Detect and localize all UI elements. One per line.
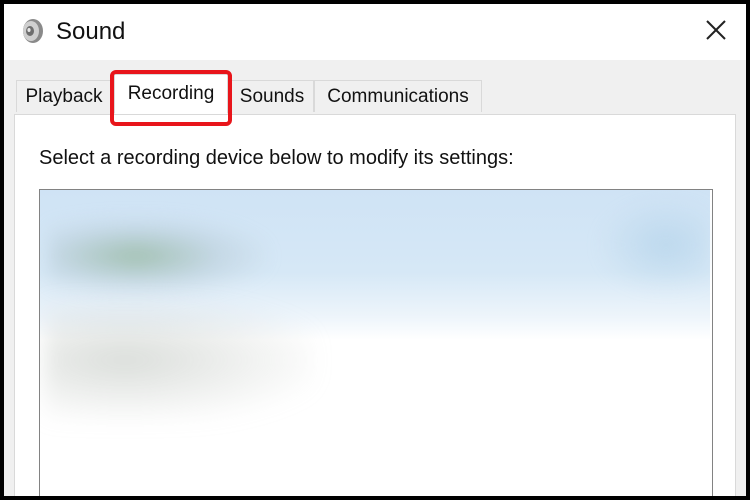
- recording-device-list[interactable]: [39, 189, 713, 496]
- close-button[interactable]: [698, 14, 734, 50]
- tab-label: Playback: [25, 85, 103, 107]
- tab-recording[interactable]: Recording: [114, 74, 228, 114]
- device-icon-blurred: [48, 216, 268, 296]
- tab-strip: Playback Recording Sounds Communications: [16, 74, 736, 114]
- close-icon[interactable]: [705, 19, 727, 46]
- sound-dialog: Sound Playback Recording Sounds Communic…: [4, 4, 746, 496]
- device-status-blurred: [600, 200, 710, 290]
- tab-label: Recording: [127, 83, 215, 104]
- device-row-blurred[interactable]: [44, 300, 314, 420]
- tab-sounds[interactable]: Sounds: [230, 80, 314, 112]
- speaker-icon: [18, 17, 46, 45]
- recording-panel: Select a recording device below to modif…: [14, 114, 736, 496]
- tab-label: Communications: [327, 85, 469, 107]
- window-title: Sound: [56, 18, 126, 45]
- title-bar: Sound: [4, 4, 746, 60]
- tab-communications[interactable]: Communications: [314, 80, 482, 112]
- tab-label: Sounds: [239, 85, 305, 107]
- dialog-body: Playback Recording Sounds Communications…: [4, 60, 746, 496]
- instruction-text: Select a recording device below to modif…: [39, 147, 514, 169]
- tab-playback[interactable]: Playback: [16, 80, 112, 112]
